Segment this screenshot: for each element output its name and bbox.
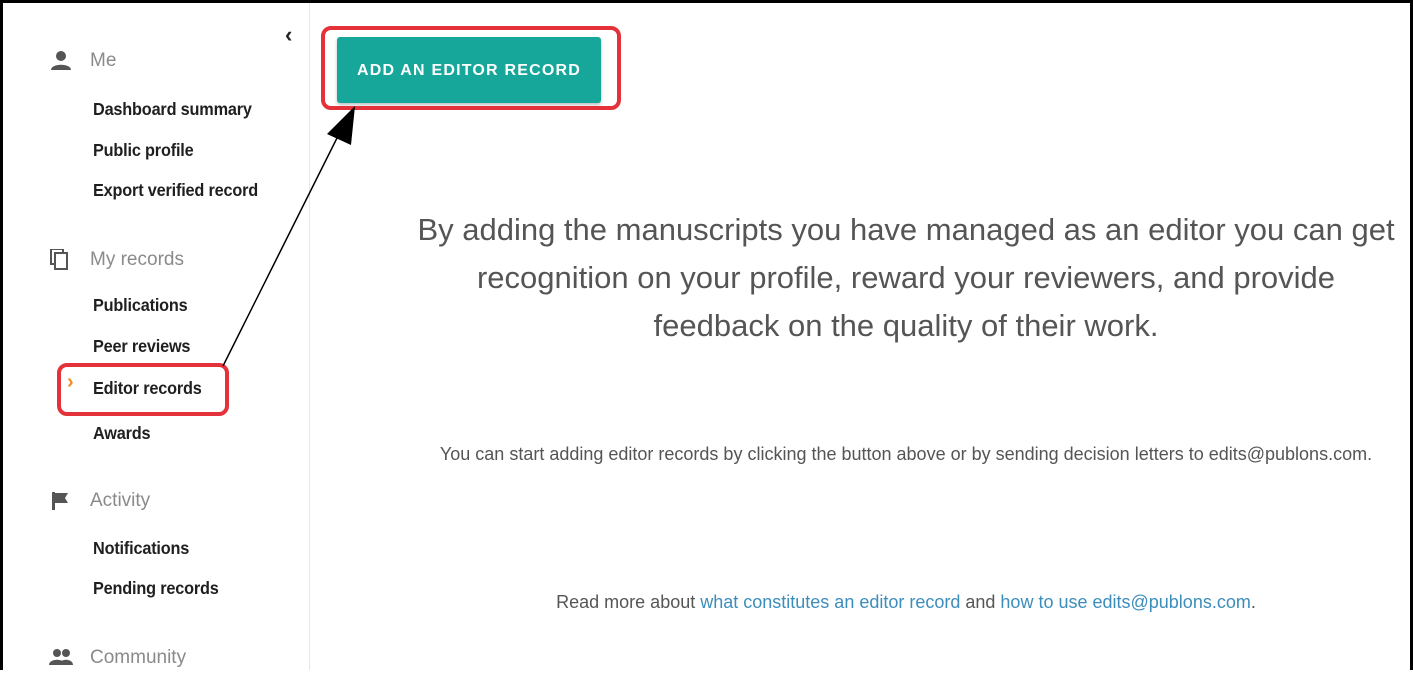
annotation-arrow <box>222 106 355 367</box>
